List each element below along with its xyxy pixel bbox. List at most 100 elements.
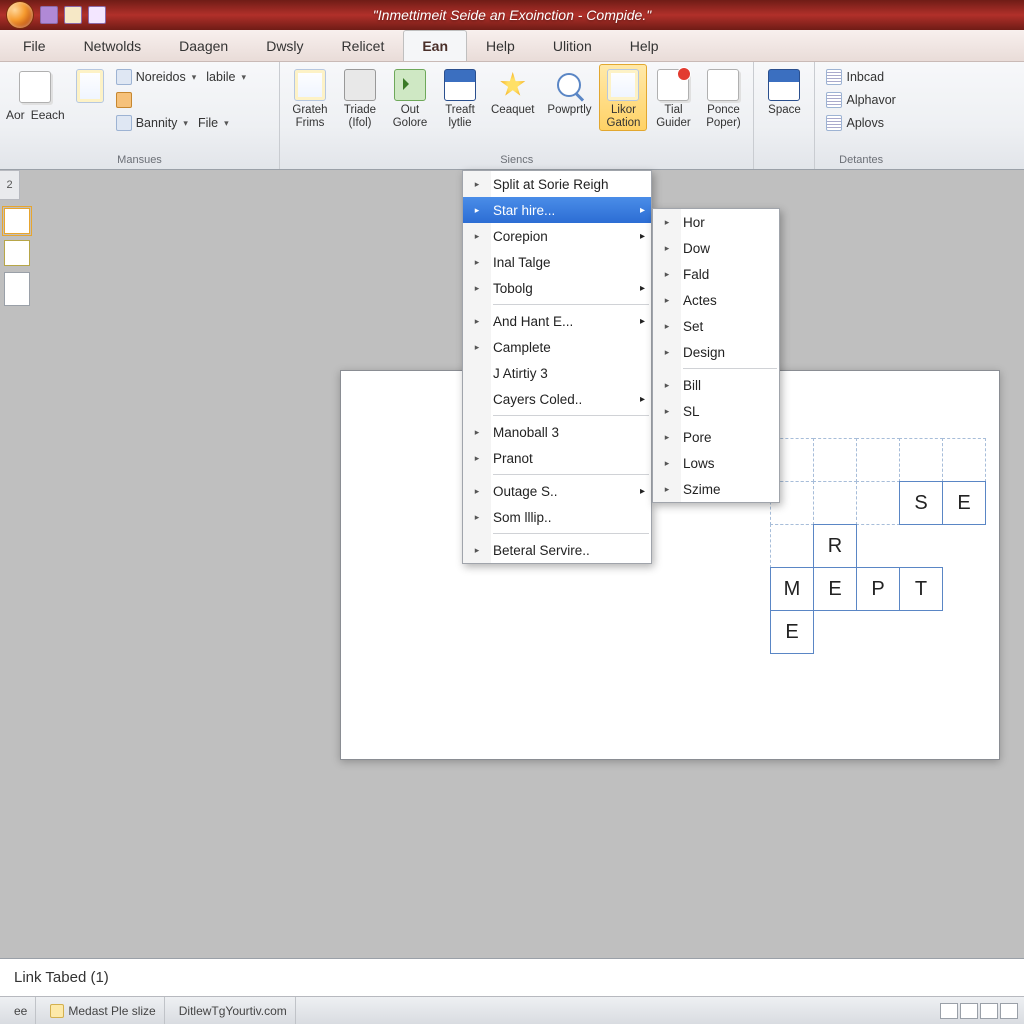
menu-item[interactable]: Star hire... xyxy=(463,197,651,223)
submenu-item[interactable]: Szime xyxy=(653,476,779,502)
flag-icon xyxy=(469,483,485,499)
btn-powprtly[interactable]: Powprtly xyxy=(541,64,597,131)
submenu-item-label: Actes xyxy=(683,293,717,308)
menu-item[interactable]: Tobolg xyxy=(463,275,651,301)
menu-item[interactable]: And Hant E... xyxy=(463,308,651,334)
menu-item-label: Pranot xyxy=(493,451,533,466)
btn-tool[interactable] xyxy=(111,89,251,111)
menu-item[interactable]: Camplete xyxy=(463,334,651,360)
menu-item[interactable]: Split at Sorie Reigh xyxy=(463,171,651,197)
wrench-icon xyxy=(344,69,376,101)
menu-ean[interactable]: Ean xyxy=(403,30,467,61)
slide-thumbnail-panel xyxy=(0,202,34,312)
btn-out[interactable]: OutGolore xyxy=(386,64,434,131)
btn-eeach[interactable] xyxy=(71,64,109,107)
menu-item[interactable]: Cayers Coled.. xyxy=(463,386,651,412)
space-icon xyxy=(768,69,800,101)
menu-item[interactable]: Outage S.. xyxy=(463,478,651,504)
ribbon-group-siencs: GratehFrims Triade(Ifol) OutGolore Treaf… xyxy=(280,62,754,169)
btn-ceaquet[interactable]: Ceaquet xyxy=(486,64,539,131)
btn-treaft[interactable]: Treaftlytlie xyxy=(436,64,484,131)
submenu-item-label: SL xyxy=(683,404,700,419)
title-bar: "Inmettimeit Seide an Exoinction - Compi… xyxy=(0,0,1024,30)
view-reading-icon[interactable] xyxy=(980,1003,998,1019)
menu-ulition[interactable]: Ulition xyxy=(534,30,611,61)
view-normal-icon[interactable] xyxy=(940,1003,958,1019)
group-label: Siencs xyxy=(286,152,747,169)
menu-item[interactable]: Beteral Servire.. xyxy=(463,537,651,563)
slide-thumbnail-3[interactable] xyxy=(4,272,30,306)
context-submenu[interactable]: HorDow Fald Actes SetDesign Bill SL PoreLowsSz… xyxy=(652,208,780,503)
view-sorter-icon[interactable] xyxy=(960,1003,978,1019)
menu-item-label: Som lllip.. xyxy=(493,510,552,525)
submenu-item[interactable]: Actes xyxy=(653,287,779,313)
menu-item-label: Beteral Servire.. xyxy=(493,543,590,558)
menu-item[interactable]: Corepion xyxy=(463,223,651,249)
menu-item[interactable]: Inal Talge xyxy=(463,249,651,275)
cell[interactable]: E xyxy=(770,610,814,654)
menu-item[interactable]: Som lllip.. xyxy=(463,504,651,530)
slide-thumbnail-1[interactable] xyxy=(4,208,30,234)
cell[interactable]: E xyxy=(813,567,857,611)
menu-item[interactable]: Pranot xyxy=(463,445,651,471)
btn-triade[interactable]: Triade(Ifol) xyxy=(336,64,384,131)
submenu-item[interactable]: Dow xyxy=(653,235,779,261)
cell[interactable]: T xyxy=(899,567,943,611)
notes-pane[interactable]: Link Tabed (1) xyxy=(0,958,1024,996)
submenu-item[interactable]: Pore xyxy=(653,424,779,450)
qat-save-icon[interactable] xyxy=(40,6,58,24)
submenu-item[interactable]: Design xyxy=(653,339,779,365)
menu-netwolds[interactable]: Netwolds xyxy=(65,30,161,61)
btn-ponce[interactable]: PoncePoper) xyxy=(699,64,747,131)
menu-dwsly[interactable]: Dwsly xyxy=(247,30,322,61)
cell[interactable]: R xyxy=(813,524,857,568)
submenu-item-label: Fald xyxy=(683,267,709,282)
cell[interactable]: S xyxy=(899,481,943,525)
view-slideshow-icon[interactable] xyxy=(1000,1003,1018,1019)
btn-bannity[interactable]: Bannity▾File▾ xyxy=(111,112,251,134)
btn-aplovs[interactable]: Aplovs xyxy=(821,112,900,134)
btn-tial[interactable]: TialGuider xyxy=(649,64,697,131)
menu-file[interactable]: File xyxy=(4,30,65,61)
submenu-item[interactable]: SL xyxy=(653,398,779,424)
btn-likor[interactable]: LikorGation xyxy=(599,64,647,131)
context-menu[interactable]: Split at Sorie Reigh Star hire... Corepion… xyxy=(462,170,652,564)
menu-help-2[interactable]: Help xyxy=(611,30,678,61)
submenu-item[interactable]: Hor xyxy=(653,209,779,235)
chevron-down-icon: ▾ xyxy=(192,72,197,83)
menu-item-label: Star hire... xyxy=(493,203,555,218)
menu-relicet[interactable]: Relicet xyxy=(323,30,404,61)
table-cells[interactable]: SE R MEPT E xyxy=(771,439,986,654)
submenu-item[interactable]: Fald xyxy=(653,261,779,287)
flag-icon xyxy=(469,254,485,270)
btn-inbcad[interactable]: Inbcad xyxy=(821,66,900,88)
btn-space[interactable]: Space xyxy=(760,64,808,131)
qat-undo-icon[interactable] xyxy=(64,6,82,24)
btn-alphavor[interactable]: Alphavor xyxy=(821,89,900,111)
qat-redo-icon[interactable] xyxy=(88,6,106,24)
btn-noreidos[interactable]: Noreidos▾labile▾ xyxy=(111,66,251,88)
menu-daagen[interactable]: Daagen xyxy=(160,30,247,61)
btn-aor[interactable] xyxy=(6,66,65,107)
cell[interactable]: M xyxy=(770,567,814,611)
btn-grateh[interactable]: GratehFrims xyxy=(286,64,334,131)
menu-item-label: Camplete xyxy=(493,340,551,355)
status-bar: ee Medast Ple slize DitlewTgYourtiv.com xyxy=(0,996,1024,1024)
left-tab[interactable]: 2 xyxy=(0,170,20,200)
ribbon-group-detantes: Inbcad Alphavor Aplovs Detantes xyxy=(815,62,906,169)
menu-help[interactable]: Help xyxy=(467,30,534,61)
submenu-item[interactable]: Set xyxy=(653,313,779,339)
submenu-item[interactable]: Bill xyxy=(653,372,779,398)
status-seg-2[interactable]: Medast Ple slize xyxy=(42,997,164,1024)
menu-item[interactable]: J Atirtiy 3 xyxy=(463,360,651,386)
cell[interactable]: E xyxy=(942,481,986,525)
cell[interactable]: P xyxy=(856,567,900,611)
office-orb-button[interactable] xyxy=(6,1,34,29)
menu-item-label: Manoball 3 xyxy=(493,425,559,440)
status-seg-3[interactable]: DitlewTgYourtiv.com xyxy=(171,997,296,1024)
submenu-item[interactable]: Lows xyxy=(653,450,779,476)
flag-icon xyxy=(659,455,675,471)
slide-thumbnail-2[interactable] xyxy=(4,240,30,266)
flag-icon xyxy=(659,266,675,282)
menu-item[interactable]: Manoball 3 xyxy=(463,419,651,445)
